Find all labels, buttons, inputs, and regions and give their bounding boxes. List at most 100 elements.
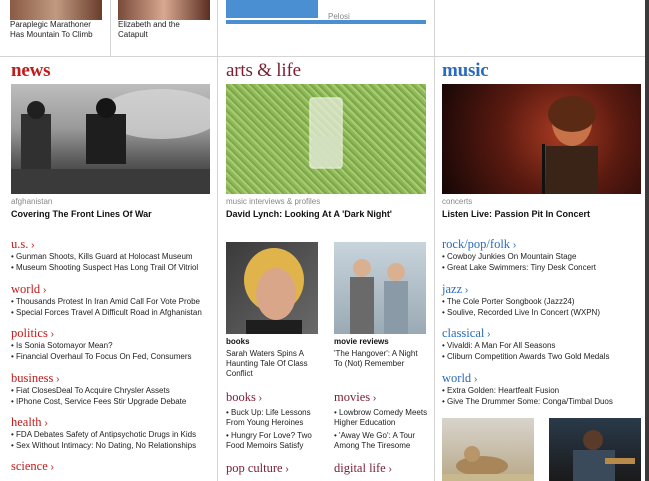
chevron-right-icon: › xyxy=(484,329,491,340)
top-story-3[interactable]: Pelosi xyxy=(328,4,428,21)
item-text: Thousands Protest In Iran Amid Call For … xyxy=(15,297,200,306)
top-thumbnail-2[interactable] xyxy=(118,0,210,20)
music-item[interactable]: • Cowboy Junkies On Mountain Stage xyxy=(442,252,576,262)
news-cat-us[interactable]: u.s. › xyxy=(11,237,34,252)
arts-cat-books[interactable]: books › xyxy=(226,390,262,405)
item-text: IPhone Cost, Service Fees Stir Upgrade D… xyxy=(16,397,187,406)
chevron-right-icon: › xyxy=(385,464,392,475)
chevron-right-icon: › xyxy=(510,240,517,251)
music-item[interactable]: • Give The Drummer Some: Conga/Timbal Du… xyxy=(442,397,613,407)
item-text: 'Away We Go': A Tour Among The Tiresome xyxy=(334,431,416,450)
item-text: Extra Golden: Heartfealt Fusion xyxy=(447,386,560,395)
music-cat-jazz[interactable]: jazz › xyxy=(442,282,468,297)
news-item[interactable]: • Thousands Protest In Iran Amid Call Fo… xyxy=(11,297,200,307)
music-cat-rock-pop-folk[interactable]: rock/pop/folk › xyxy=(442,237,516,252)
item-text: Give The Drummer Some: Conga/Timbal Duos xyxy=(447,397,613,406)
news-item[interactable]: • Gunman Shoots, Kills Guard at Holocast… xyxy=(11,252,193,262)
soldiers-image xyxy=(11,89,210,194)
music-cat-world[interactable]: world › xyxy=(442,371,477,386)
news-cat-health[interactable]: health › xyxy=(11,415,48,430)
top-story-3-cut xyxy=(328,4,428,12)
music-cat-classical[interactable]: classical › xyxy=(442,326,490,341)
arts-kicker[interactable]: music interviews & profiles xyxy=(226,197,320,206)
chevron-right-icon: › xyxy=(40,285,47,296)
news-item[interactable]: • Museum Shooting Suspect Has Long Trail… xyxy=(11,263,198,273)
news-item[interactable]: • IPhone Cost, Service Fees Stir Upgrade… xyxy=(11,397,186,407)
books-feature-photo[interactable] xyxy=(226,242,318,334)
news-cat-politics[interactable]: politics › xyxy=(11,326,54,341)
cat-label: digital life xyxy=(334,461,386,475)
glass-image xyxy=(309,97,343,169)
news-item[interactable]: • Sex Without Intimacy: No Dating, No Re… xyxy=(11,441,196,451)
news-headline[interactable]: Covering The Front Lines Of War xyxy=(11,209,152,219)
news-item[interactable]: • Is Sonia Sotomayor Mean? xyxy=(11,341,113,351)
music-kicker[interactable]: concerts xyxy=(442,197,472,206)
arts-cat-movies[interactable]: movies › xyxy=(334,390,376,405)
item-text: Sex Without Intimacy: No Dating, No Rela… xyxy=(16,441,197,450)
top-divider xyxy=(0,56,645,57)
news-cat-world[interactable]: world › xyxy=(11,282,46,297)
news-kicker[interactable]: afghanistan xyxy=(11,197,52,206)
news-item[interactable]: • FDA Debates Safety of Antipsychotic Dr… xyxy=(11,430,196,440)
divider-2 xyxy=(434,0,435,481)
music-thumb-2[interactable] xyxy=(549,418,641,481)
arts-cat-digital-life[interactable]: digital life › xyxy=(334,461,392,476)
news-cat-business[interactable]: business › xyxy=(11,371,59,386)
news-photo[interactable] xyxy=(11,84,210,194)
arts-photo[interactable] xyxy=(226,84,426,194)
chevron-right-icon: › xyxy=(462,285,469,296)
news-item[interactable]: • Special Forces Travel A Difficult Road… xyxy=(11,308,202,318)
item-text: Fiat ClosesDeal To Acquire Chrysler Asse… xyxy=(16,386,170,395)
movie-feature-desc[interactable]: 'The Hangover': A Night To (Not) Remembe… xyxy=(334,349,426,369)
music-section-title[interactable]: music xyxy=(442,60,489,82)
news-cat-science[interactable]: science › xyxy=(11,459,54,474)
author-portrait-image xyxy=(244,248,304,334)
top-thumbnail-1[interactable] xyxy=(10,0,102,20)
books-feature-desc[interactable]: Sarah Waters Spins A Haunting Tale Of Cl… xyxy=(226,349,318,379)
item-text: Cliburn Competition Awards Two Gold Meda… xyxy=(447,352,610,361)
music-thumb-1[interactable] xyxy=(442,418,534,481)
news-item[interactable]: • Financial Overhaul To Focus On Fed, Co… xyxy=(11,352,192,362)
movies-item[interactable]: • 'Away We Go': A Tour Among The Tiresom… xyxy=(334,431,430,451)
item-text: Museum Shooting Suspect Has Long Trail O… xyxy=(16,263,199,272)
movie-feature-label[interactable]: movie reviews xyxy=(334,337,389,346)
music-item[interactable]: • Extra Golden: Heartfealt Fusion xyxy=(442,386,559,396)
top-promo-graphic[interactable] xyxy=(226,0,318,18)
camels-image xyxy=(442,446,534,481)
music-item[interactable]: • Vivaldi: A Man For All Seasons xyxy=(442,341,555,351)
actors-image xyxy=(350,259,408,334)
arts-section-title[interactable]: arts & life xyxy=(226,60,301,82)
item-text: Gunman Shoots, Kills Guard at Holocast M… xyxy=(16,252,193,261)
item-text: Cowboy Junkies On Mountain Stage xyxy=(447,252,577,261)
item-text: Buck Up: Life Lessons From Young Heroine… xyxy=(226,408,311,427)
cat-label: classical xyxy=(442,326,485,340)
music-item[interactable]: • The Cole Porter Songbook (Jazz24) xyxy=(442,297,575,307)
cat-label: pop culture xyxy=(226,461,283,475)
music-item[interactable]: • Cliburn Competition Awards Two Gold Me… xyxy=(442,352,609,362)
arts-cat-pop-culture[interactable]: pop culture › xyxy=(226,461,289,476)
books-item[interactable]: • Buck Up: Life Lessons From Young Heroi… xyxy=(226,408,322,428)
cat-label: world xyxy=(442,371,472,385)
music-photo[interactable] xyxy=(442,84,641,194)
cat-label: world xyxy=(11,282,41,296)
cat-label: health xyxy=(11,415,42,429)
news-item[interactable]: • Fiat ClosesDeal To Acquire Chrysler As… xyxy=(11,386,170,396)
top-story-1[interactable]: Paraplegic Marathoner Has Mountain To Cl… xyxy=(10,20,105,39)
page: Paraplegic Marathoner Has Mountain To Cl… xyxy=(0,0,645,481)
news-section-title[interactable]: news xyxy=(11,60,51,82)
item-text: Financial Overhaul To Focus On Fed, Cons… xyxy=(16,352,192,361)
arts-headline[interactable]: David Lynch: Looking At A 'Dark Night' xyxy=(226,209,392,219)
chevron-right-icon: › xyxy=(47,462,54,473)
item-text: Soulive, Recorded Live In Concert (WXPN) xyxy=(447,308,600,317)
top-story-2[interactable]: Elizabeth and the Catapult xyxy=(118,20,208,39)
movie-feature-photo[interactable] xyxy=(334,242,426,334)
books-item[interactable]: • Hungry For Love? Two Food Memoirs Sati… xyxy=(226,431,322,451)
music-item[interactable]: • Great Lake Swimmers: Tiny Desk Concert xyxy=(442,263,596,273)
item-text: Lowbrow Comedy Meets Higher Education xyxy=(334,408,428,427)
music-headline[interactable]: Listen Live: Passion Pit In Concert xyxy=(442,209,590,219)
cat-label: jazz xyxy=(442,282,463,296)
movies-item[interactable]: • Lowbrow Comedy Meets Higher Education xyxy=(334,408,430,428)
books-feature-label[interactable]: books xyxy=(226,337,250,346)
music-item[interactable]: • Soulive, Recorded Live In Concert (WXP… xyxy=(442,308,600,318)
chevron-right-icon: › xyxy=(471,374,478,385)
